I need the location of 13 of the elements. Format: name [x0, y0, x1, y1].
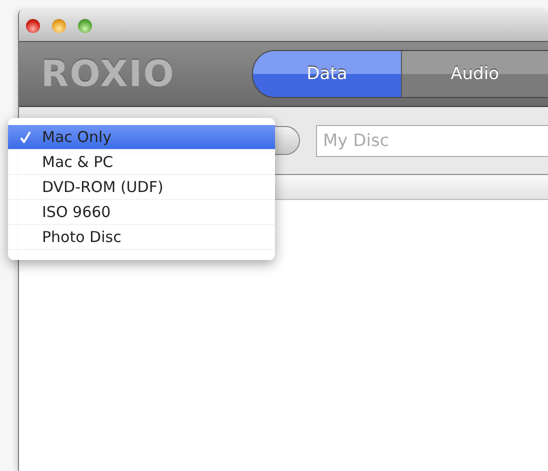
menu-item[interactable]: DVD-ROM (UDF) — [8, 175, 275, 200]
tab[interactable]: Audio — [400, 51, 548, 97]
zoom-button[interactable] — [78, 18, 92, 32]
close-button[interactable] — [26, 18, 40, 32]
minimize-button[interactable] — [52, 18, 66, 32]
checkmark-icon — [20, 131, 30, 143]
menu-item[interactable]: Mac & PC — [8, 150, 275, 175]
menu-item[interactable]: Photo Disc — [8, 225, 275, 250]
tab[interactable]: Data — [253, 51, 401, 97]
menu-item[interactable]: ISO 9660 — [8, 200, 275, 225]
disc-name-field[interactable]: My Disc — [316, 124, 548, 156]
menu-item[interactable]: Mac Only — [8, 125, 275, 150]
logo: ROXIO — [41, 54, 176, 94]
